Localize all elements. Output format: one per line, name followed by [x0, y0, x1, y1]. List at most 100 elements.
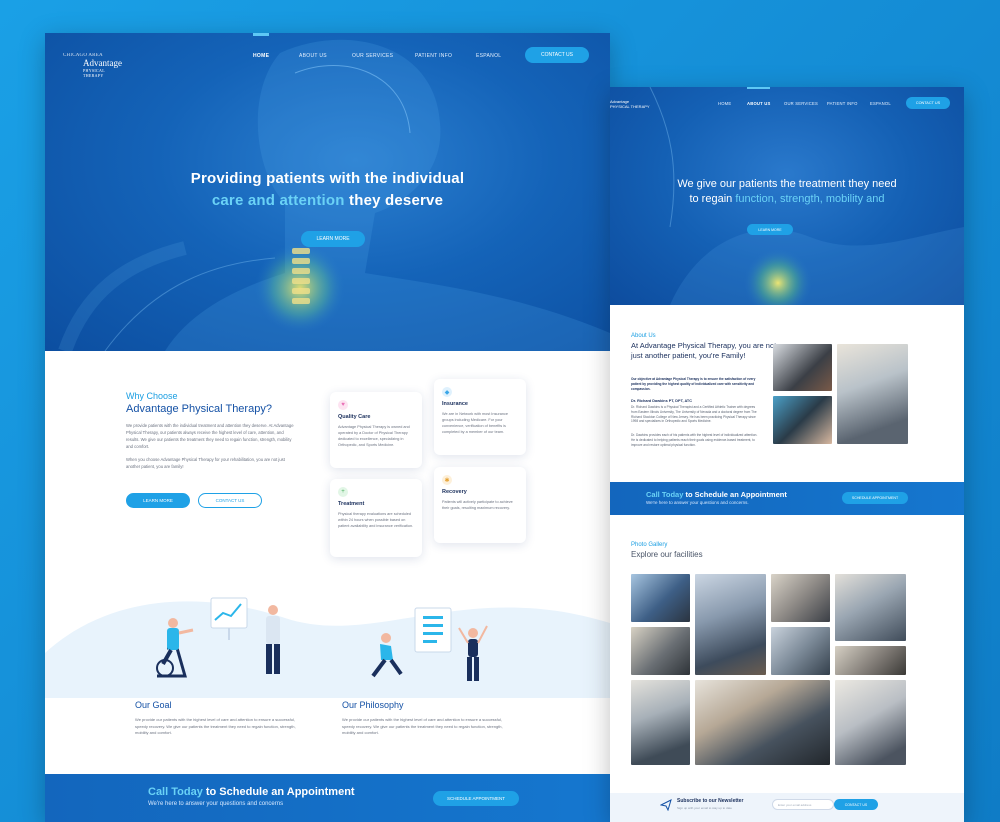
newsletter-email-input[interactable]: Enter your email address	[772, 799, 834, 810]
gallery-photo-2[interactable]	[695, 574, 766, 675]
schedule-appointment-button[interactable]: SCHEDULE APPOINTMENT	[433, 791, 519, 806]
gallery-photo-1[interactable]	[631, 574, 690, 622]
goal-text: We provide our patients with the highest…	[135, 717, 296, 735]
why-body: We provide patients with the individual …	[126, 422, 296, 470]
about-photo-2	[837, 344, 908, 444]
clipboard-figure	[414, 607, 452, 653]
philosophy-text: We provide our patients with the highest…	[342, 717, 503, 735]
why-contact-us-button[interactable]: CONTACT US	[198, 493, 262, 508]
card-text: Advantage Physical Therapy is owned and …	[338, 425, 410, 447]
contact-us-button[interactable]: CONTACT US	[906, 97, 950, 109]
hero-learn-more-button[interactable]: LEARN MORE	[301, 231, 365, 247]
newsletter-subtitle: Sign up with your email to stay up to da…	[677, 806, 732, 810]
call-to-action-bar: Call Today to Schedule an Appointment We…	[610, 482, 964, 515]
gallery-photo-6[interactable]	[771, 627, 830, 675]
site-logo[interactable]: Advantage PHYSICAL THERAPY	[610, 99, 650, 109]
about-intro: Our objective at Advantage Physical Ther…	[631, 377, 756, 391]
gallery-photo-5[interactable]	[631, 627, 690, 675]
card-treatment: + Treatment Physical therapy evaluations…	[330, 479, 422, 557]
gallery-photo-7[interactable]	[835, 646, 906, 675]
gallery-photo-8[interactable]	[631, 680, 690, 765]
about-page-mockup: Advantage PHYSICAL THERAPY HOME ABOUT US…	[610, 87, 964, 822]
about-hero: Advantage PHYSICAL THERAPY HOME ABOUT US…	[610, 87, 964, 305]
gallery-subtitle: Photo Gallery	[631, 542, 668, 548]
nav-about-us[interactable]: ABOUT US	[299, 53, 327, 59]
gallery-photo-3[interactable]	[771, 574, 830, 622]
logo-line2: Advantage	[83, 58, 122, 68]
about-bio-1: Dr. Richard Dawkins is a Physical Therap…	[631, 405, 757, 424]
cta-rest: to Schedule an Appointment	[683, 490, 787, 499]
card-title: Quality Care	[338, 414, 371, 420]
hero-line1: We give our patients the treatment they …	[677, 178, 897, 190]
logo-line1: CHICAGO AREA	[63, 53, 103, 58]
about-subtitle: About Us	[631, 333, 656, 339]
why-body-paragraph-1: We provide patients with the individual …	[126, 423, 294, 449]
nav-home[interactable]: HOME	[253, 33, 270, 59]
nav-home[interactable]: HOME	[718, 101, 731, 106]
hero-learn-more-button[interactable]: LEARN MORE	[747, 224, 793, 235]
cta-highlight: Call Today	[148, 786, 203, 798]
card-text: We are in Network with most Insurance gr…	[442, 412, 508, 434]
why-learn-more-button[interactable]: LEARN MORE	[126, 493, 190, 508]
shield-icon: ◆	[442, 387, 452, 397]
call-to-action-bar: Call Today to Schedule an Appointment We…	[45, 774, 610, 822]
gallery-photo-4[interactable]	[835, 574, 906, 641]
site-logo[interactable]: CHICAGO AREA Advantage PHYSICAL THERAPY	[63, 53, 123, 78]
contact-us-button[interactable]: CONTACT US	[525, 47, 589, 63]
newsletter-submit-button[interactable]: CONTACT US	[834, 799, 878, 810]
nav-about-us[interactable]: ABOUT US	[747, 87, 771, 106]
doctor-name: Dr. Richard Dawkins PT, DPT, ATC	[631, 399, 692, 403]
about-title: At Advantage Physical Therapy, you are n…	[631, 341, 777, 360]
about-photo-1	[773, 344, 832, 391]
home-hero: CHICAGO AREA Advantage PHYSICAL THERAPY …	[45, 33, 610, 351]
hero-line2-rest: they deserve	[344, 192, 444, 209]
card-title: Recovery	[442, 489, 467, 495]
goal-title: Our Goal	[135, 700, 172, 710]
hero-line2-pre: to regain	[689, 193, 736, 205]
nav-our-services[interactable]: OUR SERVICES	[784, 101, 818, 106]
why-subtitle: Why Choose	[126, 391, 178, 401]
paper-plane-icon	[660, 799, 672, 811]
about-photo-3	[773, 396, 832, 444]
newsletter-bar: Subscribe to our Newsletter Sign up with…	[610, 793, 964, 822]
plus-icon: +	[338, 487, 348, 497]
hero-line2: to regain function, strength, mobility a…	[610, 192, 964, 207]
card-text: Physical therapy evaluations are schedul…	[338, 512, 414, 528]
schedule-appointment-button[interactable]: SCHEDULE APPOINTMENT	[842, 492, 908, 504]
philosophy-title: Our Philosophy	[342, 700, 404, 710]
cta-highlight: Call Today	[646, 490, 684, 499]
logo-line2: PHYSICAL THERAPY	[610, 104, 650, 109]
cta-title: Call Today to Schedule an Appointment	[148, 786, 355, 798]
gallery-title: Explore our facilities	[631, 550, 703, 559]
nav-espanol[interactable]: ESPANOL	[870, 101, 891, 106]
nav-espanol[interactable]: ESPANOL	[476, 53, 501, 59]
main-nav: CHICAGO AREA Advantage PHYSICAL THERAPY …	[45, 33, 610, 78]
cta-subtitle: We're here to answer your questions and …	[148, 801, 284, 807]
gallery-photo-10[interactable]	[835, 680, 906, 765]
star-icon: ✱	[442, 475, 452, 485]
card-recovery: ✱ Recovery Patients will actively partic…	[434, 467, 526, 543]
about-bio-2: Dr. Dawkins provides each of his patient…	[631, 433, 758, 447]
heart-icon: ♥	[338, 400, 348, 410]
nav-patient-info[interactable]: PATIENT INFO	[827, 101, 858, 106]
logo-line3: PHYSICAL THERAPY	[83, 68, 105, 78]
nav-our-services[interactable]: OUR SERVICES	[352, 53, 393, 59]
why-body-paragraph-2: When you choose Advantage Physical Thera…	[126, 457, 285, 469]
hero-headline: Providing patients with the individual c…	[45, 168, 610, 212]
about-hero-headline: We give our patients the treatment they …	[610, 177, 964, 207]
home-page-mockup: CHICAGO AREA Advantage PHYSICAL THERAPY …	[45, 33, 610, 822]
hero-line2: care and attention they deserve	[45, 190, 610, 212]
hero-highlight: care and attention	[211, 192, 345, 209]
card-quality-care: ♥ Quality Care Advantage Physical Therap…	[330, 392, 422, 468]
card-title: Insurance	[442, 401, 468, 407]
fitness-illustration	[45, 597, 610, 698]
gallery-photo-9[interactable]	[695, 680, 830, 765]
hero-line1: Providing patients with the individual	[190, 170, 465, 187]
card-text: Patients will actively participate to ac…	[442, 500, 513, 510]
card-insurance: ◆ Insurance We are in Network with most …	[434, 379, 526, 455]
cta-rest: to Schedule an Appointment	[202, 786, 355, 798]
why-title: Advantage Physical Therapy?	[126, 403, 272, 415]
nav-patient-info[interactable]: PATIENT INFO	[415, 53, 452, 59]
hero-highlight: function, strength, mobility and	[735, 193, 885, 205]
card-title: Treatment	[338, 501, 365, 507]
